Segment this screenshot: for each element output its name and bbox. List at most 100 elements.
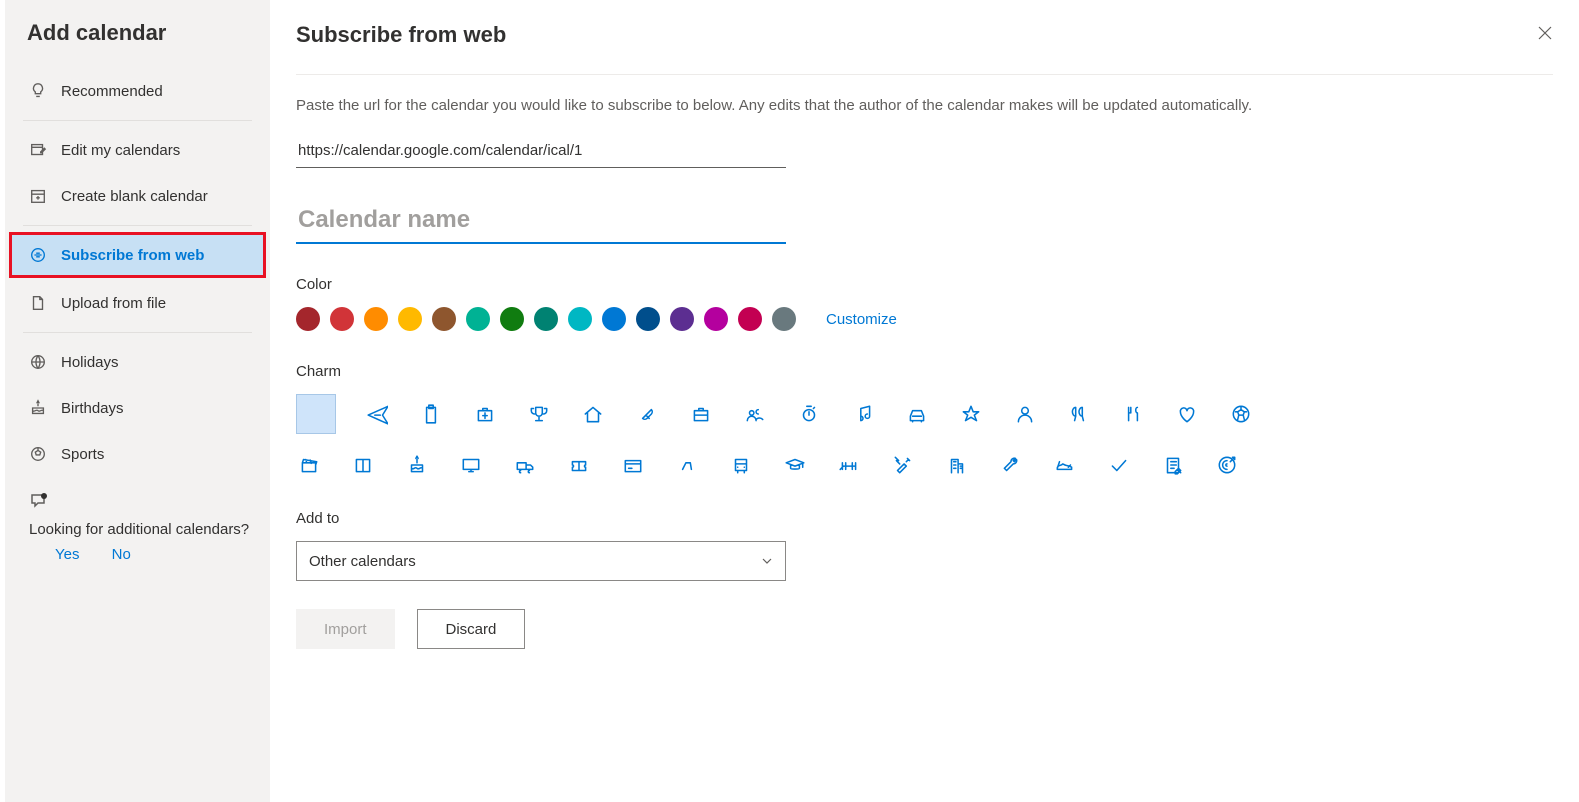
sidebar-item-label: Upload from file	[61, 295, 166, 312]
charm-dumbbell-icon[interactable]	[836, 452, 862, 478]
calendar-name-input[interactable]	[296, 202, 786, 244]
divider	[23, 332, 252, 333]
charm-car-icon[interactable]	[904, 401, 930, 427]
addto-select[interactable]: Other calendars	[296, 541, 786, 581]
sports-icon	[29, 445, 47, 463]
sidebar-item-label: Subscribe from web	[61, 247, 204, 264]
looking-text: Looking for additional calendars?	[5, 516, 270, 540]
addto-label: Add to	[296, 510, 1553, 527]
file-icon	[29, 294, 47, 312]
lightbulb-icon	[29, 82, 47, 100]
charm-truck-icon[interactable]	[512, 452, 538, 478]
sidebar-item-label: Holidays	[61, 354, 119, 371]
charm-heart-icon[interactable]	[1174, 401, 1200, 427]
sidebar: Add calendar Recommended Edit my calenda…	[5, 0, 270, 802]
sidebar-item-label: Create blank calendar	[61, 188, 208, 205]
charm-food-icon[interactable]	[1120, 401, 1146, 427]
sidebar-item-birthdays[interactable]: Birthdays	[5, 385, 270, 431]
charm-cake-icon[interactable]	[404, 452, 430, 478]
sidebar-item-holidays[interactable]: Holidays	[5, 339, 270, 385]
charm-grid	[296, 394, 1553, 478]
color-swatch-row: Customize	[296, 307, 1553, 331]
sidebar-item-label: Birthdays	[61, 400, 124, 417]
sidebar-title: Add calendar	[5, 20, 270, 68]
blank-calendar-icon	[29, 187, 47, 205]
discard-button[interactable]: Discard	[417, 609, 526, 649]
charm-music-icon[interactable]	[850, 401, 876, 427]
sidebar-item-recommended[interactable]: Recommended	[5, 68, 270, 114]
color-swatch[interactable]	[704, 307, 728, 331]
charm-building-icon[interactable]	[944, 452, 970, 478]
sidebar-item-label: Edit my calendars	[61, 142, 180, 159]
color-swatch[interactable]	[568, 307, 592, 331]
color-swatch[interactable]	[602, 307, 626, 331]
charm-ticket-icon[interactable]	[566, 452, 592, 478]
customize-link[interactable]: Customize	[826, 311, 897, 328]
url-input[interactable]	[296, 134, 786, 168]
charm-plane-icon[interactable]	[364, 401, 390, 427]
divider	[23, 225, 252, 226]
charm-monitor-icon[interactable]	[458, 452, 484, 478]
main-panel: Subscribe from web Paste the url for the…	[270, 0, 1579, 802]
sidebar-item-label: Sports	[61, 446, 104, 463]
charm-wrench-icon[interactable]	[998, 452, 1024, 478]
feedback-icon	[5, 477, 270, 516]
color-swatch[interactable]	[466, 307, 490, 331]
color-swatch[interactable]	[296, 307, 320, 331]
color-swatch[interactable]	[330, 307, 354, 331]
charm-notes-icon[interactable]	[1160, 452, 1186, 478]
charm-briefcase-icon[interactable]	[688, 401, 714, 427]
color-swatch[interactable]	[364, 307, 388, 331]
charm-target-icon[interactable]	[1214, 452, 1240, 478]
charm-home-icon[interactable]	[580, 401, 606, 427]
charm-trophy-icon[interactable]	[526, 401, 552, 427]
charm-check-icon[interactable]	[1106, 452, 1132, 478]
color-swatch[interactable]	[432, 307, 456, 331]
charm-firstaid-icon[interactable]	[472, 401, 498, 427]
charm-star-icon[interactable]	[958, 401, 984, 427]
web-icon	[29, 246, 47, 264]
color-swatch[interactable]	[636, 307, 660, 331]
color-label: Color	[296, 276, 1553, 293]
divider	[23, 120, 252, 121]
color-swatch[interactable]	[534, 307, 558, 331]
sidebar-item-blank[interactable]: Create blank calendar	[5, 173, 270, 219]
description-text: Paste the url for the calendar you would…	[296, 75, 1416, 134]
charm-label: Charm	[296, 363, 1553, 380]
charm-graduation-icon[interactable]	[782, 452, 808, 478]
charm-shoe-icon[interactable]	[1052, 452, 1078, 478]
globe-icon	[29, 353, 47, 371]
charm-tools-icon[interactable]	[890, 452, 916, 478]
charm-balloons-icon[interactable]	[1066, 401, 1092, 427]
charm-clapper-icon[interactable]	[296, 452, 322, 478]
charm-bike-icon[interactable]	[674, 452, 700, 478]
import-button[interactable]: Import	[296, 609, 395, 649]
feedback-no[interactable]: No	[112, 546, 131, 563]
sidebar-item-label: Recommended	[61, 83, 163, 100]
charm-creditcard-icon[interactable]	[620, 452, 646, 478]
feedback-yes[interactable]: Yes	[55, 546, 79, 563]
charm-none[interactable]	[296, 394, 336, 434]
charm-soccer-icon[interactable]	[1228, 401, 1254, 427]
close-icon	[1537, 25, 1553, 41]
color-swatch[interactable]	[670, 307, 694, 331]
charm-stopwatch-icon[interactable]	[796, 401, 822, 427]
cake-icon	[29, 399, 47, 417]
charm-pill-icon[interactable]	[634, 401, 660, 427]
sidebar-item-sports[interactable]: Sports	[5, 431, 270, 477]
close-button[interactable]	[1537, 25, 1553, 46]
charm-bus-icon[interactable]	[728, 452, 754, 478]
sidebar-item-subscribe[interactable]: Subscribe from web	[9, 232, 266, 278]
color-swatch[interactable]	[398, 307, 422, 331]
color-swatch[interactable]	[500, 307, 524, 331]
page-title: Subscribe from web	[296, 22, 506, 48]
color-swatch[interactable]	[772, 307, 796, 331]
charm-clipboard-icon[interactable]	[418, 401, 444, 427]
sidebar-item-upload[interactable]: Upload from file	[5, 280, 270, 326]
charm-book-icon[interactable]	[350, 452, 376, 478]
edit-calendar-icon	[29, 141, 47, 159]
charm-person-icon[interactable]	[1012, 401, 1038, 427]
color-swatch[interactable]	[738, 307, 762, 331]
sidebar-item-edit[interactable]: Edit my calendars	[5, 127, 270, 173]
charm-people-icon[interactable]	[742, 401, 768, 427]
